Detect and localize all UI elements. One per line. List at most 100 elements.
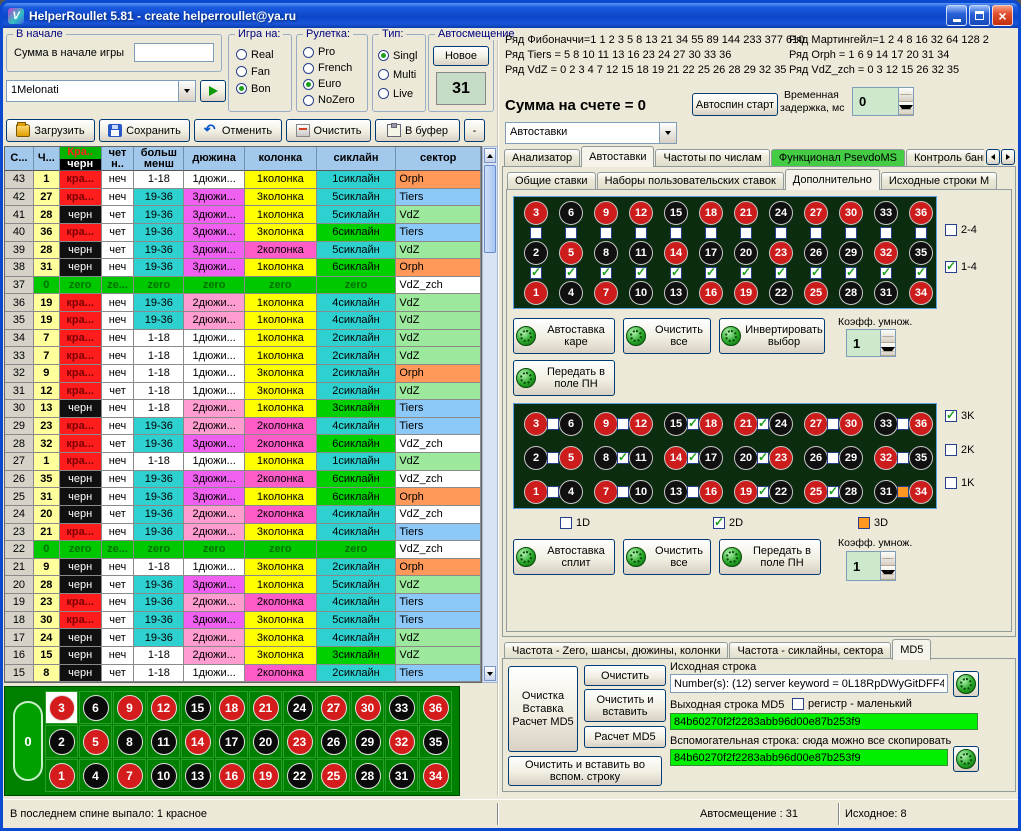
- panel-number-1[interactable]: 1: [524, 281, 548, 305]
- corner-checkbox[interactable]: [915, 267, 927, 279]
- panel-number-6[interactable]: 6: [559, 412, 583, 436]
- panel-number-19[interactable]: 19: [734, 480, 758, 504]
- minimize-button[interactable]: [946, 5, 967, 26]
- board-cell-7[interactable]: 7: [113, 759, 146, 792]
- board-cell-32[interactable]: 32: [385, 725, 418, 758]
- play-button[interactable]: [200, 80, 226, 102]
- panel-number-14[interactable]: 14: [664, 446, 688, 470]
- panel-number-30[interactable]: 30: [839, 201, 863, 225]
- autospin-start-button[interactable]: Автоспин старт: [692, 93, 778, 116]
- panel-number-11[interactable]: 11: [629, 241, 653, 265]
- panel-number-10[interactable]: 10: [629, 281, 653, 305]
- panel-number-26[interactable]: 26: [804, 241, 828, 265]
- corner-action-button-2[interactable]: Очистить все: [623, 318, 711, 354]
- board-cell-5[interactable]: 5: [79, 725, 112, 758]
- panel-number-7[interactable]: 7: [594, 480, 618, 504]
- main-tab-5[interactable]: Контроль банкр: [906, 149, 984, 167]
- sub-tab-1[interactable]: Общие ставки: [507, 172, 596, 190]
- board-cell-24[interactable]: 24: [283, 691, 316, 724]
- panel-number-15[interactable]: 15: [664, 412, 688, 436]
- checkbox-icon[interactable]: [945, 261, 957, 273]
- corner-checkbox[interactable]: [845, 227, 857, 239]
- split-checkbox[interactable]: [757, 418, 769, 430]
- panel-number-32[interactable]: 32: [874, 446, 898, 470]
- checkbox-icon[interactable]: [945, 224, 957, 236]
- checkbox-2-4[interactable]: 2-4: [945, 224, 977, 236]
- board-cell-31[interactable]: 31: [385, 759, 418, 792]
- spin-down-button[interactable]: [881, 566, 895, 580]
- md5-clear-aux-button[interactable]: Очистить и вставить во вспом. строку: [508, 756, 662, 786]
- md5-source-input[interactable]: [670, 674, 948, 693]
- panel-number-31[interactable]: 31: [874, 480, 898, 504]
- board-cell-25[interactable]: 25: [317, 759, 350, 792]
- panel-number-15[interactable]: 15: [664, 201, 688, 225]
- split-checkbox[interactable]: [897, 486, 909, 498]
- panel-number-24[interactable]: 24: [769, 412, 793, 436]
- autobets-combo-button[interactable]: [659, 123, 676, 143]
- board-cell-21[interactable]: 21: [249, 691, 282, 724]
- md5-clear-button[interactable]: Очистить: [584, 665, 666, 686]
- panel-number-2[interactable]: 2: [524, 446, 548, 470]
- panel-number-23[interactable]: 23: [769, 446, 793, 470]
- panel-number-20[interactable]: 20: [734, 446, 758, 470]
- split-checkbox[interactable]: [827, 452, 839, 464]
- split-checkbox[interactable]: [547, 486, 559, 498]
- panel-number-34[interactable]: 34: [909, 480, 933, 504]
- radio-multi[interactable]: Multi: [378, 65, 417, 84]
- checkbox-icon[interactable]: [945, 444, 957, 456]
- board-cell-29[interactable]: 29: [351, 725, 384, 758]
- panel-number-34[interactable]: 34: [909, 281, 933, 305]
- board-cell-2[interactable]: 2: [45, 725, 78, 758]
- freq-tab-3[interactable]: MD5: [892, 639, 931, 660]
- main-tab-1[interactable]: Анализатор: [504, 149, 580, 167]
- panel-number-24[interactable]: 24: [769, 201, 793, 225]
- corner-checkbox[interactable]: [635, 267, 647, 279]
- checkbox-1-4[interactable]: 1-4: [945, 261, 977, 273]
- panel-number-6[interactable]: 6: [559, 201, 583, 225]
- panel-number-30[interactable]: 30: [839, 412, 863, 436]
- panel-number-3[interactable]: 3: [524, 412, 548, 436]
- spin-down-button[interactable]: [881, 343, 895, 356]
- checkbox-icon[interactable]: [945, 477, 957, 489]
- radio-fan[interactable]: Fan: [236, 63, 274, 80]
- board-cell-19[interactable]: 19: [249, 759, 282, 792]
- checkbox-2k[interactable]: 2K: [945, 444, 974, 456]
- split-checkbox[interactable]: [617, 452, 629, 464]
- radio-singl[interactable]: Singl: [378, 46, 417, 65]
- split-checkbox[interactable]: [687, 418, 699, 430]
- panel-number-12[interactable]: 12: [629, 201, 653, 225]
- panel-number-19[interactable]: 19: [734, 281, 758, 305]
- board-cell-14[interactable]: 14: [181, 725, 214, 758]
- board-cell-9[interactable]: 9: [113, 691, 146, 724]
- split-checkbox[interactable]: [757, 486, 769, 498]
- radio-bon[interactable]: Bon: [236, 80, 274, 97]
- board-cell-27[interactable]: 27: [317, 691, 350, 724]
- split-action-button-3[interactable]: Передать в поле ПН: [719, 539, 821, 575]
- split-action-button-2[interactable]: Очистить все: [623, 539, 711, 575]
- panel-number-3[interactable]: 3: [524, 201, 548, 225]
- corner-checkbox[interactable]: [845, 267, 857, 279]
- checkbox-3k[interactable]: 3K: [945, 410, 974, 422]
- panel-number-32[interactable]: 32: [874, 241, 898, 265]
- board-cell-1[interactable]: 1: [45, 759, 78, 792]
- panel-number-29[interactable]: 29: [839, 241, 863, 265]
- board-cell-30[interactable]: 30: [351, 691, 384, 724]
- panel-number-7[interactable]: 7: [594, 281, 618, 305]
- transfer-to-pn-button[interactable]: Передать в поле ПН: [513, 360, 615, 396]
- panel-number-20[interactable]: 20: [734, 241, 758, 265]
- preset-combo-button[interactable]: [178, 81, 195, 101]
- board-cell-18[interactable]: 18: [215, 691, 248, 724]
- panel-number-25[interactable]: 25: [804, 281, 828, 305]
- koeff-spinner-1[interactable]: 1: [846, 329, 896, 357]
- delay-spinner-arrows[interactable]: [898, 88, 913, 115]
- board-cell-35[interactable]: 35: [419, 725, 452, 758]
- panel-number-16[interactable]: 16: [699, 281, 723, 305]
- split-checkbox[interactable]: [617, 486, 629, 498]
- corner-checkbox[interactable]: [670, 267, 682, 279]
- radio-real[interactable]: Real: [236, 46, 274, 63]
- corner-checkbox[interactable]: [600, 227, 612, 239]
- panel-number-13[interactable]: 13: [664, 281, 688, 305]
- panel-number-18[interactable]: 18: [699, 412, 723, 436]
- panel-number-36[interactable]: 36: [909, 201, 933, 225]
- checkbox-1d[interactable]: 1D: [560, 517, 590, 529]
